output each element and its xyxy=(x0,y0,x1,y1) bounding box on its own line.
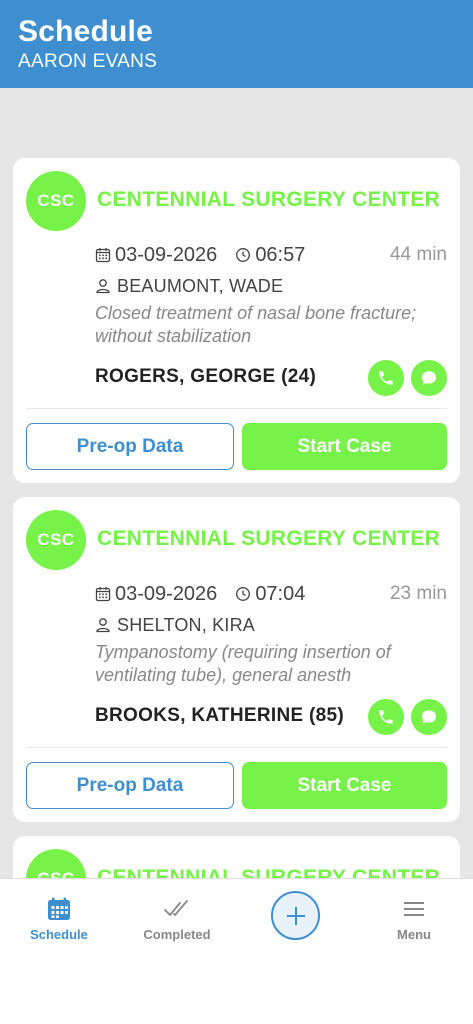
case-list[interactable]: CSC CENTENNIAL SURGERY CENTER 03-09-2026… xyxy=(0,88,473,878)
case-card: CSC CENTENNIAL SURGERY CENTER 03-09-2026… xyxy=(13,497,460,822)
double-check-icon xyxy=(163,895,191,923)
phone-icon xyxy=(379,710,393,724)
divider xyxy=(26,747,447,748)
procedure-description: Closed treatment of nasal bone fracture;… xyxy=(95,303,417,346)
tab-label: Schedule xyxy=(30,927,88,942)
plus-icon xyxy=(286,906,305,925)
facility-badge: CSC xyxy=(26,849,86,878)
surgeon-name: ROGERS, GEORGE (24) xyxy=(95,366,317,387)
person-icon xyxy=(95,278,111,294)
page-title: Schedule xyxy=(18,15,153,48)
tab-completed[interactable]: Completed xyxy=(127,895,227,942)
app-header: Schedule AARON EVANS xyxy=(0,0,473,88)
case-time: 06:57 xyxy=(255,243,306,266)
divider xyxy=(26,408,447,409)
facility-name: CENTENNIAL SURGERY CENTER xyxy=(97,188,441,211)
tab-schedule[interactable]: Schedule xyxy=(9,895,109,942)
tab-label: Completed xyxy=(143,927,211,942)
case-datetime-row: 03-09-2026 07:04 23 min xyxy=(95,581,447,607)
start-case-button[interactable]: Start Case xyxy=(242,423,447,470)
patient-row: SHELTON, KIRA xyxy=(95,613,255,637)
case-duration: 23 min xyxy=(389,583,447,604)
case-date: 03-09-2026 xyxy=(115,582,218,605)
patient-name: SHELTON, KIRA xyxy=(117,614,255,635)
preop-data-button[interactable]: Pre-op Data xyxy=(26,762,234,809)
case-card: CSC CENTENNIAL SURGERY CENTER 03-09-2026… xyxy=(13,158,460,483)
calendar-icon xyxy=(95,586,111,602)
call-button[interactable] xyxy=(368,360,404,396)
tab-menu[interactable]: Menu xyxy=(364,895,464,942)
patient-row: BEAUMONT, WADE xyxy=(95,274,283,298)
person-icon xyxy=(95,617,111,633)
message-button[interactable] xyxy=(411,699,447,735)
hamburger-icon xyxy=(402,895,426,923)
case-duration: 44 min xyxy=(389,244,447,265)
patient-name: BEAUMONT, WADE xyxy=(117,275,284,296)
facility-badge: CSC xyxy=(26,171,86,231)
clock-icon xyxy=(235,586,251,602)
facility-badge: CSC xyxy=(26,510,86,570)
clock-icon xyxy=(235,247,251,263)
user-name: AARON EVANS xyxy=(18,51,158,72)
facility-name: CENTENNIAL SURGERY CENTER xyxy=(97,866,441,878)
calendar-icon xyxy=(95,247,111,263)
start-case-button[interactable]: Start Case xyxy=(242,762,447,809)
message-button[interactable] xyxy=(411,360,447,396)
case-time: 07:04 xyxy=(255,582,306,605)
case-card: CSC CENTENNIAL SURGERY CENTER xyxy=(13,836,460,878)
bottom-tab-bar: Schedule Completed Menu xyxy=(0,878,473,1024)
case-date: 03-09-2026 xyxy=(115,243,218,266)
facility-name: CENTENNIAL SURGERY CENTER xyxy=(97,527,441,550)
chat-bubble-icon xyxy=(421,371,437,385)
surgeon-name: BROOKS, KATHERINE (85) xyxy=(95,705,345,726)
phone-icon xyxy=(379,371,393,385)
tab-label: Menu xyxy=(397,927,431,942)
chat-bubble-icon xyxy=(421,710,437,724)
case-datetime-row: 03-09-2026 06:57 44 min xyxy=(95,242,447,268)
calendar-icon xyxy=(46,895,72,923)
preop-data-button[interactable]: Pre-op Data xyxy=(26,423,234,470)
add-case-button[interactable] xyxy=(271,891,320,940)
call-button[interactable] xyxy=(368,699,404,735)
procedure-description: Tympanostomy (requiring insertion of ven… xyxy=(95,642,391,685)
